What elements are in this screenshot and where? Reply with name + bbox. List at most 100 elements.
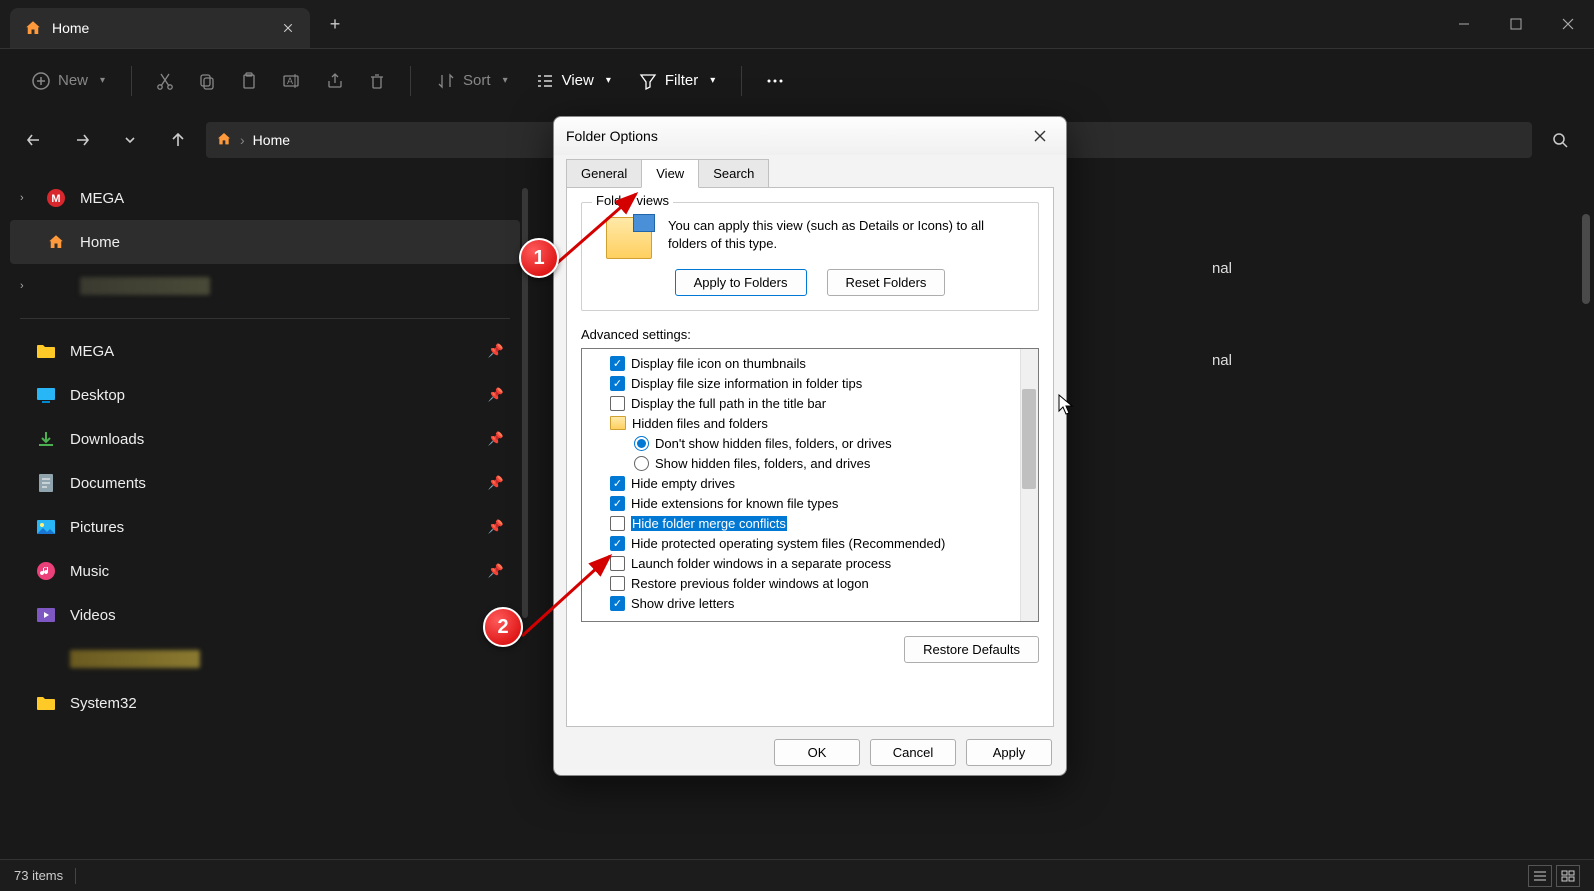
up-button[interactable] <box>158 120 198 160</box>
checkbox[interactable]: ✓ <box>610 376 625 391</box>
new-button[interactable]: New ▾ <box>20 66 117 96</box>
setting-row[interactable]: ✓Hide empty drives <box>584 473 1036 493</box>
checkbox[interactable]: ✓ <box>610 596 625 611</box>
sidebar-item-redacted[interactable]: › <box>10 264 520 308</box>
close-tab-icon[interactable] <box>282 21 296 35</box>
setting-row[interactable]: Show hidden files, folders, and drives <box>584 453 1036 473</box>
sidebar-item-downloads[interactable]: Downloads 📌 <box>10 417 520 461</box>
setting-row[interactable]: ✓Display file icon on thumbnails <box>584 353 1036 373</box>
checkbox[interactable] <box>610 576 625 591</box>
thumbnails-view-button[interactable] <box>1556 865 1580 887</box>
sidebar-label: Home <box>80 234 120 251</box>
pin-icon[interactable]: 📌 <box>488 343 504 359</box>
setting-row[interactable]: ✓Show drive letters <box>584 593 1036 613</box>
checkbox[interactable] <box>610 396 625 411</box>
sort-button[interactable]: Sort▾ <box>425 66 520 96</box>
status-bar: 73 items <box>0 859 1594 891</box>
cancel-button[interactable]: Cancel <box>870 739 956 766</box>
checkbox[interactable] <box>610 556 625 571</box>
gallery-icon <box>46 276 66 296</box>
chevron-right-icon[interactable]: › <box>20 192 32 204</box>
advanced-settings-tree[interactable]: ✓Display file icon on thumbnails✓Display… <box>581 348 1039 622</box>
checkbox[interactable] <box>610 516 625 531</box>
maximize-button[interactable] <box>1490 4 1542 44</box>
checkbox[interactable]: ✓ <box>610 496 625 511</box>
setting-row[interactable]: Launch folder windows in a separate proc… <box>584 553 1036 573</box>
apply-button[interactable]: Apply <box>966 739 1052 766</box>
sidebar-item-pictures[interactable]: Pictures 📌 <box>10 505 520 549</box>
copy-button[interactable] <box>188 66 226 96</box>
tree-scrollbar-track[interactable] <box>1020 349 1038 621</box>
content-scrollbar[interactable] <box>1582 214 1590 304</box>
chevron-down-icon: ▾ <box>606 75 611 86</box>
setting-row[interactable]: Don't show hidden files, folders, or dri… <box>584 433 1036 453</box>
more-button[interactable] <box>756 72 794 90</box>
chevron-down-icon: ▾ <box>100 75 105 86</box>
forward-button[interactable] <box>62 120 102 160</box>
checkbox[interactable]: ✓ <box>610 536 625 551</box>
folder-views-group: Folder views You can apply this view (su… <box>581 202 1039 311</box>
tab-search[interactable]: Search <box>698 159 769 188</box>
filter-label: Filter <box>665 72 698 89</box>
tab-title: Home <box>52 20 272 36</box>
sidebar-item-mega-cloud[interactable]: › M MEGA <box>10 176 520 220</box>
chevron-down-icon: ▾ <box>503 75 508 86</box>
tab-home[interactable]: Home <box>10 8 310 48</box>
sidebar-item-documents[interactable]: Documents 📌 <box>10 461 520 505</box>
setting-row[interactable]: Display the full path in the title bar <box>584 393 1036 413</box>
setting-row[interactable]: Restore previous folder windows at logon <box>584 573 1036 593</box>
sidebar-item-videos[interactable]: Videos 📌 <box>10 593 520 637</box>
view-button[interactable]: View▾ <box>524 66 623 96</box>
dialog-titlebar[interactable]: Folder Options <box>554 117 1066 155</box>
sidebar-item-desktop[interactable]: Desktop 📌 <box>10 373 520 417</box>
filter-button[interactable]: Filter▾ <box>627 66 727 96</box>
pin-icon[interactable]: 📌 <box>488 519 504 535</box>
sidebar-item-home[interactable]: Home <box>10 220 520 264</box>
recent-button[interactable] <box>110 120 150 160</box>
checkbox[interactable]: ✓ <box>610 356 625 371</box>
chevron-right-icon[interactable]: › <box>20 280 32 292</box>
details-view-button[interactable] <box>1528 865 1552 887</box>
new-label: New <box>58 72 88 89</box>
cut-button[interactable] <box>146 66 184 96</box>
minimize-button[interactable] <box>1438 4 1490 44</box>
rename-button[interactable]: A <box>272 66 312 96</box>
folder-options-dialog: Folder Options General View Search Folde… <box>553 116 1067 776</box>
setting-label: Launch folder windows in a separate proc… <box>631 556 891 571</box>
pin-icon[interactable]: 📌 <box>488 563 504 579</box>
pin-icon[interactable]: 📌 <box>488 431 504 447</box>
close-window-button[interactable] <box>1542 4 1594 44</box>
pin-icon[interactable]: 📌 <box>488 387 504 403</box>
share-button[interactable] <box>316 66 354 96</box>
back-button[interactable] <box>14 120 54 160</box>
dialog-close-button[interactable] <box>1026 122 1054 150</box>
sidebar-item-music[interactable]: Music 📌 <box>10 549 520 593</box>
search-button[interactable] <box>1540 122 1580 158</box>
setting-row[interactable]: ✓Hide protected operating system files (… <box>584 533 1036 553</box>
setting-row[interactable]: Hide folder merge conflicts <box>584 513 1036 533</box>
tab-view[interactable]: View <box>641 159 699 188</box>
reset-folders-button[interactable]: Reset Folders <box>827 269 946 296</box>
radio[interactable] <box>634 456 649 471</box>
pictures-icon <box>36 517 56 537</box>
home-icon <box>24 19 42 37</box>
tab-general[interactable]: General <box>566 159 642 188</box>
filter-icon <box>639 72 657 90</box>
sidebar-item-system32[interactable]: System32 <box>10 681 520 725</box>
paste-button[interactable] <box>230 66 268 96</box>
setting-row[interactable]: ✓Hide extensions for known file types <box>584 493 1036 513</box>
delete-button[interactable] <box>358 66 396 96</box>
sidebar-item-mega[interactable]: MEGA 📌 <box>10 329 520 373</box>
sidebar-item-redacted2[interactable] <box>10 637 520 681</box>
restore-defaults-button[interactable]: Restore Defaults <box>904 636 1039 663</box>
setting-row[interactable]: ✓Display file size information in folder… <box>584 373 1036 393</box>
new-tab-button[interactable]: + <box>316 5 354 43</box>
tree-scrollbar-thumb[interactable] <box>1022 389 1036 489</box>
radio[interactable] <box>634 436 649 451</box>
setting-row[interactable]: Hidden files and folders <box>584 413 1036 433</box>
ok-button[interactable]: OK <box>774 739 860 766</box>
checkbox[interactable]: ✓ <box>610 476 625 491</box>
breadcrumb-home[interactable]: Home <box>253 132 290 148</box>
pin-icon[interactable]: 📌 <box>488 475 504 491</box>
apply-to-folders-button[interactable]: Apply to Folders <box>675 269 807 296</box>
